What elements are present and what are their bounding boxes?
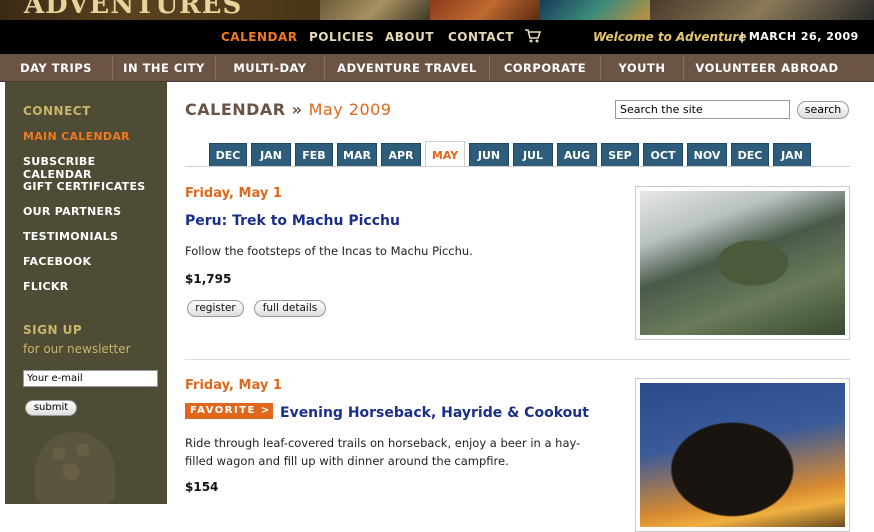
event-date: Friday, May 1 [185, 186, 282, 201]
sidebar-item-testimonials[interactable]: TESTIMONIALS [23, 230, 118, 243]
tab-month[interactable]: NOV [687, 143, 727, 167]
topnav-contact[interactable]: CONTACT [448, 30, 514, 44]
subnav-in-the-city[interactable]: IN THE CITY [113, 54, 215, 82]
sidebar-item-subscribe-calendar[interactable]: SUBSCRIBE CALENDAR [23, 155, 167, 181]
subnav-youth[interactable]: YOUTH [601, 54, 683, 82]
tab-month[interactable]: JUL [513, 143, 553, 167]
sidebar-item-our-partners[interactable]: OUR PARTNERS [23, 205, 121, 218]
subnav-multi-day[interactable]: MULTI-DAY [216, 54, 324, 82]
header-photo [540, 0, 650, 20]
welcome-text: Welcome to Adventure [593, 30, 747, 44]
header-photo [650, 0, 874, 20]
site-logo[interactable]: ADVENTURES [24, 0, 242, 20]
tab-month[interactable]: APR [381, 143, 421, 167]
page-title: CALENDAR » May 2009 [185, 100, 392, 119]
title-separator: » [291, 100, 303, 119]
tab-month[interactable]: MAR [337, 143, 377, 167]
search-button[interactable]: search [797, 101, 849, 119]
header-photo [430, 0, 540, 20]
current-date: | MARCH 26, 2009 [740, 30, 859, 43]
tab-month[interactable]: JAN [773, 143, 811, 167]
tab-month[interactable]: FEB [295, 143, 333, 167]
tab-month[interactable]: DEC [209, 143, 247, 167]
newsletter-submit-button[interactable]: submit [25, 400, 77, 416]
connect-heading: CONNECT [23, 104, 91, 118]
event-photo[interactable] [635, 186, 850, 340]
tab-underline [185, 166, 850, 167]
full-details-button[interactable]: full details [254, 300, 326, 317]
tab-month[interactable]: SEP [601, 143, 639, 167]
event-date: Friday, May 1 [185, 378, 282, 393]
event-price: $154 [185, 480, 219, 494]
event-price: $1,795 [185, 272, 232, 286]
newsletter-email-input[interactable] [23, 370, 158, 387]
event-description: Ride through leaf-covered trails on hors… [185, 436, 581, 468]
subnav-adventure-travel[interactable]: ADVENTURE TRAVEL [325, 54, 489, 82]
tab-month[interactable]: OCT [643, 143, 683, 167]
page-title-label: CALENDAR [185, 100, 286, 119]
register-button[interactable]: register [187, 300, 244, 317]
site-header: ADVENTURES CALENDAR POLICIES ABOUT CONTA… [0, 0, 874, 54]
signup-subtitle: for our newsletter [23, 342, 131, 356]
topnav-calendar[interactable]: CALENDAR [221, 30, 297, 44]
subnav-volunteer-abroad[interactable]: VOLUNTEER ABROAD [684, 54, 850, 82]
event-description: Follow the footsteps of the Incas to Mac… [185, 244, 473, 258]
shopping-cart-icon[interactable] [524, 28, 542, 44]
event-divider [185, 359, 850, 360]
event-item: Friday, May 1 Peru: Trek to Machu Picchu… [185, 186, 850, 346]
tab-month[interactable]: DEC [731, 143, 769, 167]
top-nav: CALENDAR POLICIES ABOUT CONTACT Welcome … [0, 20, 874, 54]
sidebar-item-main-calendar[interactable]: MAIN CALENDAR [23, 130, 130, 143]
tab-month[interactable]: JAN [251, 143, 291, 167]
favorite-badge[interactable]: FAVORITE > [185, 403, 273, 419]
tab-month[interactable]: JUN [469, 143, 509, 167]
event-photo[interactable] [635, 378, 850, 532]
topnav-policies[interactable]: POLICIES [309, 30, 374, 44]
signup-heading: SIGN UP [23, 323, 83, 337]
header-photo [320, 0, 430, 20]
event-title-link[interactable]: Peru: Trek to Machu Picchu [185, 213, 400, 229]
logo-area[interactable]: ADVENTURES [0, 0, 320, 20]
sidebar-item-flickr[interactable]: FLICKR [23, 280, 68, 293]
event-title-link[interactable]: Evening Horseback, Hayride & Cookout [280, 405, 589, 421]
horse-image [640, 383, 845, 527]
sidebar-item-gift-certificates[interactable]: GIFT CERTIFICATES [23, 180, 146, 193]
event-item: Friday, May 1 FAVORITE > Evening Horseba… [185, 378, 850, 532]
machu-picchu-image [640, 191, 845, 335]
page-title-month: May 2009 [308, 100, 392, 119]
topnav-about[interactable]: ABOUT [385, 30, 434, 44]
tab-month-active[interactable]: MAY [425, 141, 465, 167]
main-content: CALENDAR » May 2009 search DEC JAN FEB M… [167, 82, 874, 532]
tab-month[interactable]: AUG [557, 143, 597, 167]
sidebar: CONNECT MAIN CALENDAR SUBSCRIBE CALENDAR… [5, 82, 167, 504]
boot-print-icon [35, 432, 115, 504]
subnav-corporate[interactable]: CORPORATE [490, 54, 600, 82]
search-input[interactable] [615, 100, 790, 119]
subnav-day-trips[interactable]: DAY TRIPS [0, 54, 112, 82]
category-nav: DAY TRIPS IN THE CITY MULTI-DAY ADVENTUR… [0, 54, 874, 82]
sidebar-item-facebook[interactable]: FACEBOOK [23, 255, 91, 268]
